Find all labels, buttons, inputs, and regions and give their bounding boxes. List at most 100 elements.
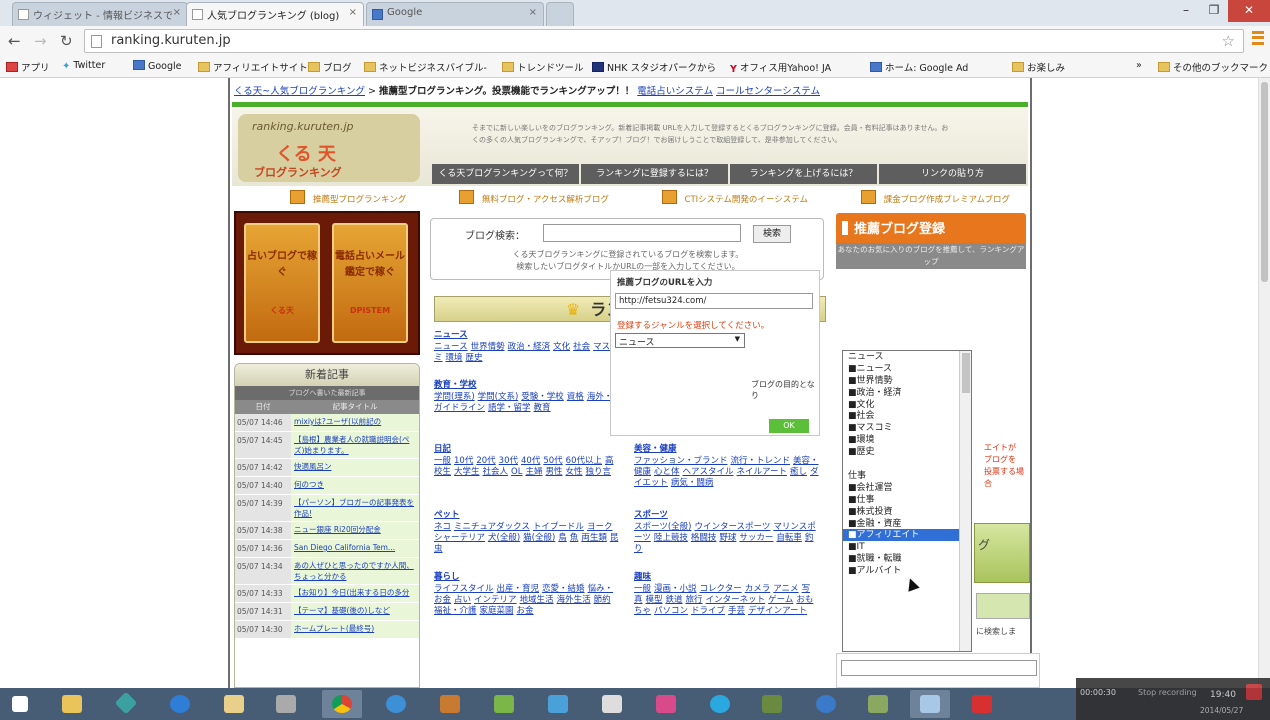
new-tab-button[interactable]: [546, 2, 574, 26]
ok-button[interactable]: OK: [769, 419, 809, 433]
nav-about[interactable]: くる天ブログランキングって何？: [432, 164, 579, 184]
explorer-icon[interactable]: [52, 690, 92, 718]
category-link[interactable]: 模型: [646, 595, 663, 605]
tab-google[interactable]: Google ×: [366, 2, 544, 26]
article-link[interactable]: 快適風呂ン: [294, 462, 332, 471]
window-icon[interactable]: [910, 690, 950, 718]
category-link[interactable]: 世界情勢: [471, 342, 505, 352]
ad-banner[interactable]: 占いブログで稼ぐ くる天 電話占いメール鑑定で稼ぐ DPISTEM: [234, 211, 420, 355]
category-link[interactable]: 女性: [566, 467, 583, 477]
subnav-recommend[interactable]: 推薦型ブログランキング: [290, 190, 406, 205]
bookmark-affiliate[interactable]: アフィリエイトサイト: [198, 60, 308, 74]
globe-icon[interactable]: [806, 690, 846, 718]
category-link[interactable]: 50代: [543, 456, 562, 466]
dropdown-option[interactable]: ■文化: [843, 399, 971, 411]
close-tab-icon[interactable]: ×: [349, 7, 357, 18]
category-link[interactable]: ネイルアート: [737, 467, 788, 477]
category-link[interactable]: 社会: [573, 342, 590, 352]
genre-select[interactable]: ニュース: [615, 333, 745, 348]
category-link[interactable]: 魚: [570, 533, 579, 543]
subnav-freeblog[interactable]: 無料ブログ・アクセス解析ブログ: [459, 190, 609, 205]
home-link[interactable]: くる天~人気ブログランキング: [234, 86, 365, 97]
dropdown-scrollbar[interactable]: [959, 351, 971, 651]
bookmark-other[interactable]: その他のブックマーク: [1158, 60, 1268, 74]
bookmarks-overflow-icon[interactable]: »: [1136, 60, 1142, 71]
bookmark-apps[interactable]: アプリ: [6, 60, 50, 74]
dropdown-option[interactable]: ■アフィリエイト: [843, 529, 971, 542]
category-link[interactable]: 独り言: [586, 467, 612, 477]
category-link[interactable]: ニュース: [434, 342, 468, 352]
category-link[interactable]: デザインアート: [748, 606, 807, 616]
category-link[interactable]: 教育: [534, 403, 551, 413]
category-link[interactable]: 地域生活: [520, 595, 554, 605]
article-link[interactable]: 【島根】農業者人の就職説明会(ペズ)始まります。: [294, 435, 409, 455]
tools-icon[interactable]: [858, 690, 898, 718]
site-logo[interactable]: ranking.kuruten.jp くる 天 ブログランキング: [238, 114, 420, 182]
side-banner[interactable]: グ: [974, 523, 1030, 583]
article-link[interactable]: 【お知り】今日(出来する日の多分: [294, 588, 409, 597]
url-input[interactable]: http://fetsu324.com/: [615, 293, 813, 309]
scrollbar-thumb[interactable]: [1261, 82, 1268, 282]
category-title[interactable]: 美容・健康: [634, 444, 820, 455]
category-link[interactable]: OL: [511, 467, 522, 477]
chrome-icon[interactable]: [322, 690, 362, 718]
editor-icon[interactable]: [592, 690, 632, 718]
dropdown-option[interactable]: ■金融・資産: [843, 518, 971, 530]
dropdown-option[interactable]: ■就職・転職: [843, 553, 971, 565]
fortune-system-link[interactable]: 電話占いシステム: [637, 86, 713, 97]
category-link[interactable]: 恋愛・結婚: [542, 584, 585, 594]
tab-ranking[interactable]: 人気ブログランキング (blog) ×: [186, 2, 364, 26]
category-title[interactable]: 日記: [434, 444, 620, 455]
category-link[interactable]: 犬(全般): [488, 533, 520, 543]
article-link[interactable]: San Diego California Tem...: [294, 543, 395, 552]
category-link[interactable]: 一般: [434, 456, 451, 466]
category-link[interactable]: 猫(全般): [523, 533, 555, 543]
article-link[interactable]: 【パーソン】ブロガーの記事発表を作品!: [294, 498, 414, 518]
dropdown-option[interactable]: ■IT: [843, 541, 971, 553]
dropdown-option[interactable]: 仕事: [843, 470, 971, 482]
bookmark-google-ad[interactable]: ホーム: Google Ad: [870, 60, 968, 74]
dropdown-option[interactable]: ■政治・経済: [843, 387, 971, 399]
category-link[interactable]: 受験・学校: [521, 392, 564, 402]
tab-widget[interactable]: ウィジェット - 情報ビジネスで ×: [12, 2, 188, 26]
category-link[interactable]: 大学生: [454, 467, 480, 477]
bookmark-star-icon[interactable]: ☆: [1222, 32, 1235, 50]
category-link[interactable]: 資格: [567, 392, 584, 402]
category-link[interactable]: ゲーム: [768, 595, 793, 605]
search-input[interactable]: [543, 224, 741, 242]
category-link[interactable]: ミニチュアダックス: [454, 522, 530, 532]
category-link[interactable]: 主婦: [525, 467, 542, 477]
browser-menu-icon[interactable]: [1252, 31, 1264, 45]
ie-icon[interactable]: [160, 690, 200, 718]
category-link[interactable]: 節約: [594, 595, 611, 605]
paint-icon[interactable]: [484, 690, 524, 718]
category-title[interactable]: ニュース: [434, 330, 620, 341]
callcenter-link[interactable]: コールセンターシステム: [716, 86, 820, 97]
category-link[interactable]: 自転車: [776, 533, 802, 543]
category-link[interactable]: 出産・育児: [497, 584, 540, 594]
category-link[interactable]: サッカー: [739, 533, 773, 543]
category-link[interactable]: 60代以上: [566, 456, 602, 466]
app-icon[interactable]: [108, 690, 148, 718]
category-link[interactable]: 両生類: [581, 533, 607, 543]
dropdown-option[interactable]: ■マスコミ: [843, 422, 971, 434]
category-link[interactable]: 一般: [634, 584, 651, 594]
category-link[interactable]: コレクター: [700, 584, 742, 594]
category-link[interactable]: スポーツ(全般): [634, 522, 691, 532]
category-link[interactable]: ドライブ: [691, 606, 725, 616]
category-title[interactable]: 教育・学校: [434, 380, 620, 391]
category-link[interactable]: 流行・トレンド: [731, 456, 791, 466]
category-link[interactable]: 語学・留学: [488, 403, 531, 413]
maximize-icon[interactable]: ❐: [1200, 0, 1228, 22]
ad-tile-phone-fortune[interactable]: 電話占いメール鑑定で稼ぐ DPISTEM: [332, 223, 408, 343]
minimize-icon[interactable]: –: [1172, 0, 1200, 22]
article-link[interactable]: 【テーマ】基礎(後の)しなど: [294, 606, 390, 615]
category-link[interactable]: 環境: [446, 353, 463, 363]
category-link[interactable]: 病気・闘病: [671, 478, 714, 488]
genre-dropdown-list[interactable]: ニュース ■ニュース ■世界情勢 ■政治・経済 ■文化 ■社会 ■マスコミ ■環境 ■歴史 仕事 ■…: [842, 350, 972, 652]
bookmark-blog[interactable]: ブログ: [308, 60, 352, 74]
bookmark-netbiz[interactable]: ネットビジネスバイブル-: [364, 60, 487, 74]
category-link[interactable]: 福祉・介護: [434, 606, 477, 616]
category-link[interactable]: 男性: [546, 467, 563, 477]
category-link[interactable]: インターネット: [706, 595, 766, 605]
